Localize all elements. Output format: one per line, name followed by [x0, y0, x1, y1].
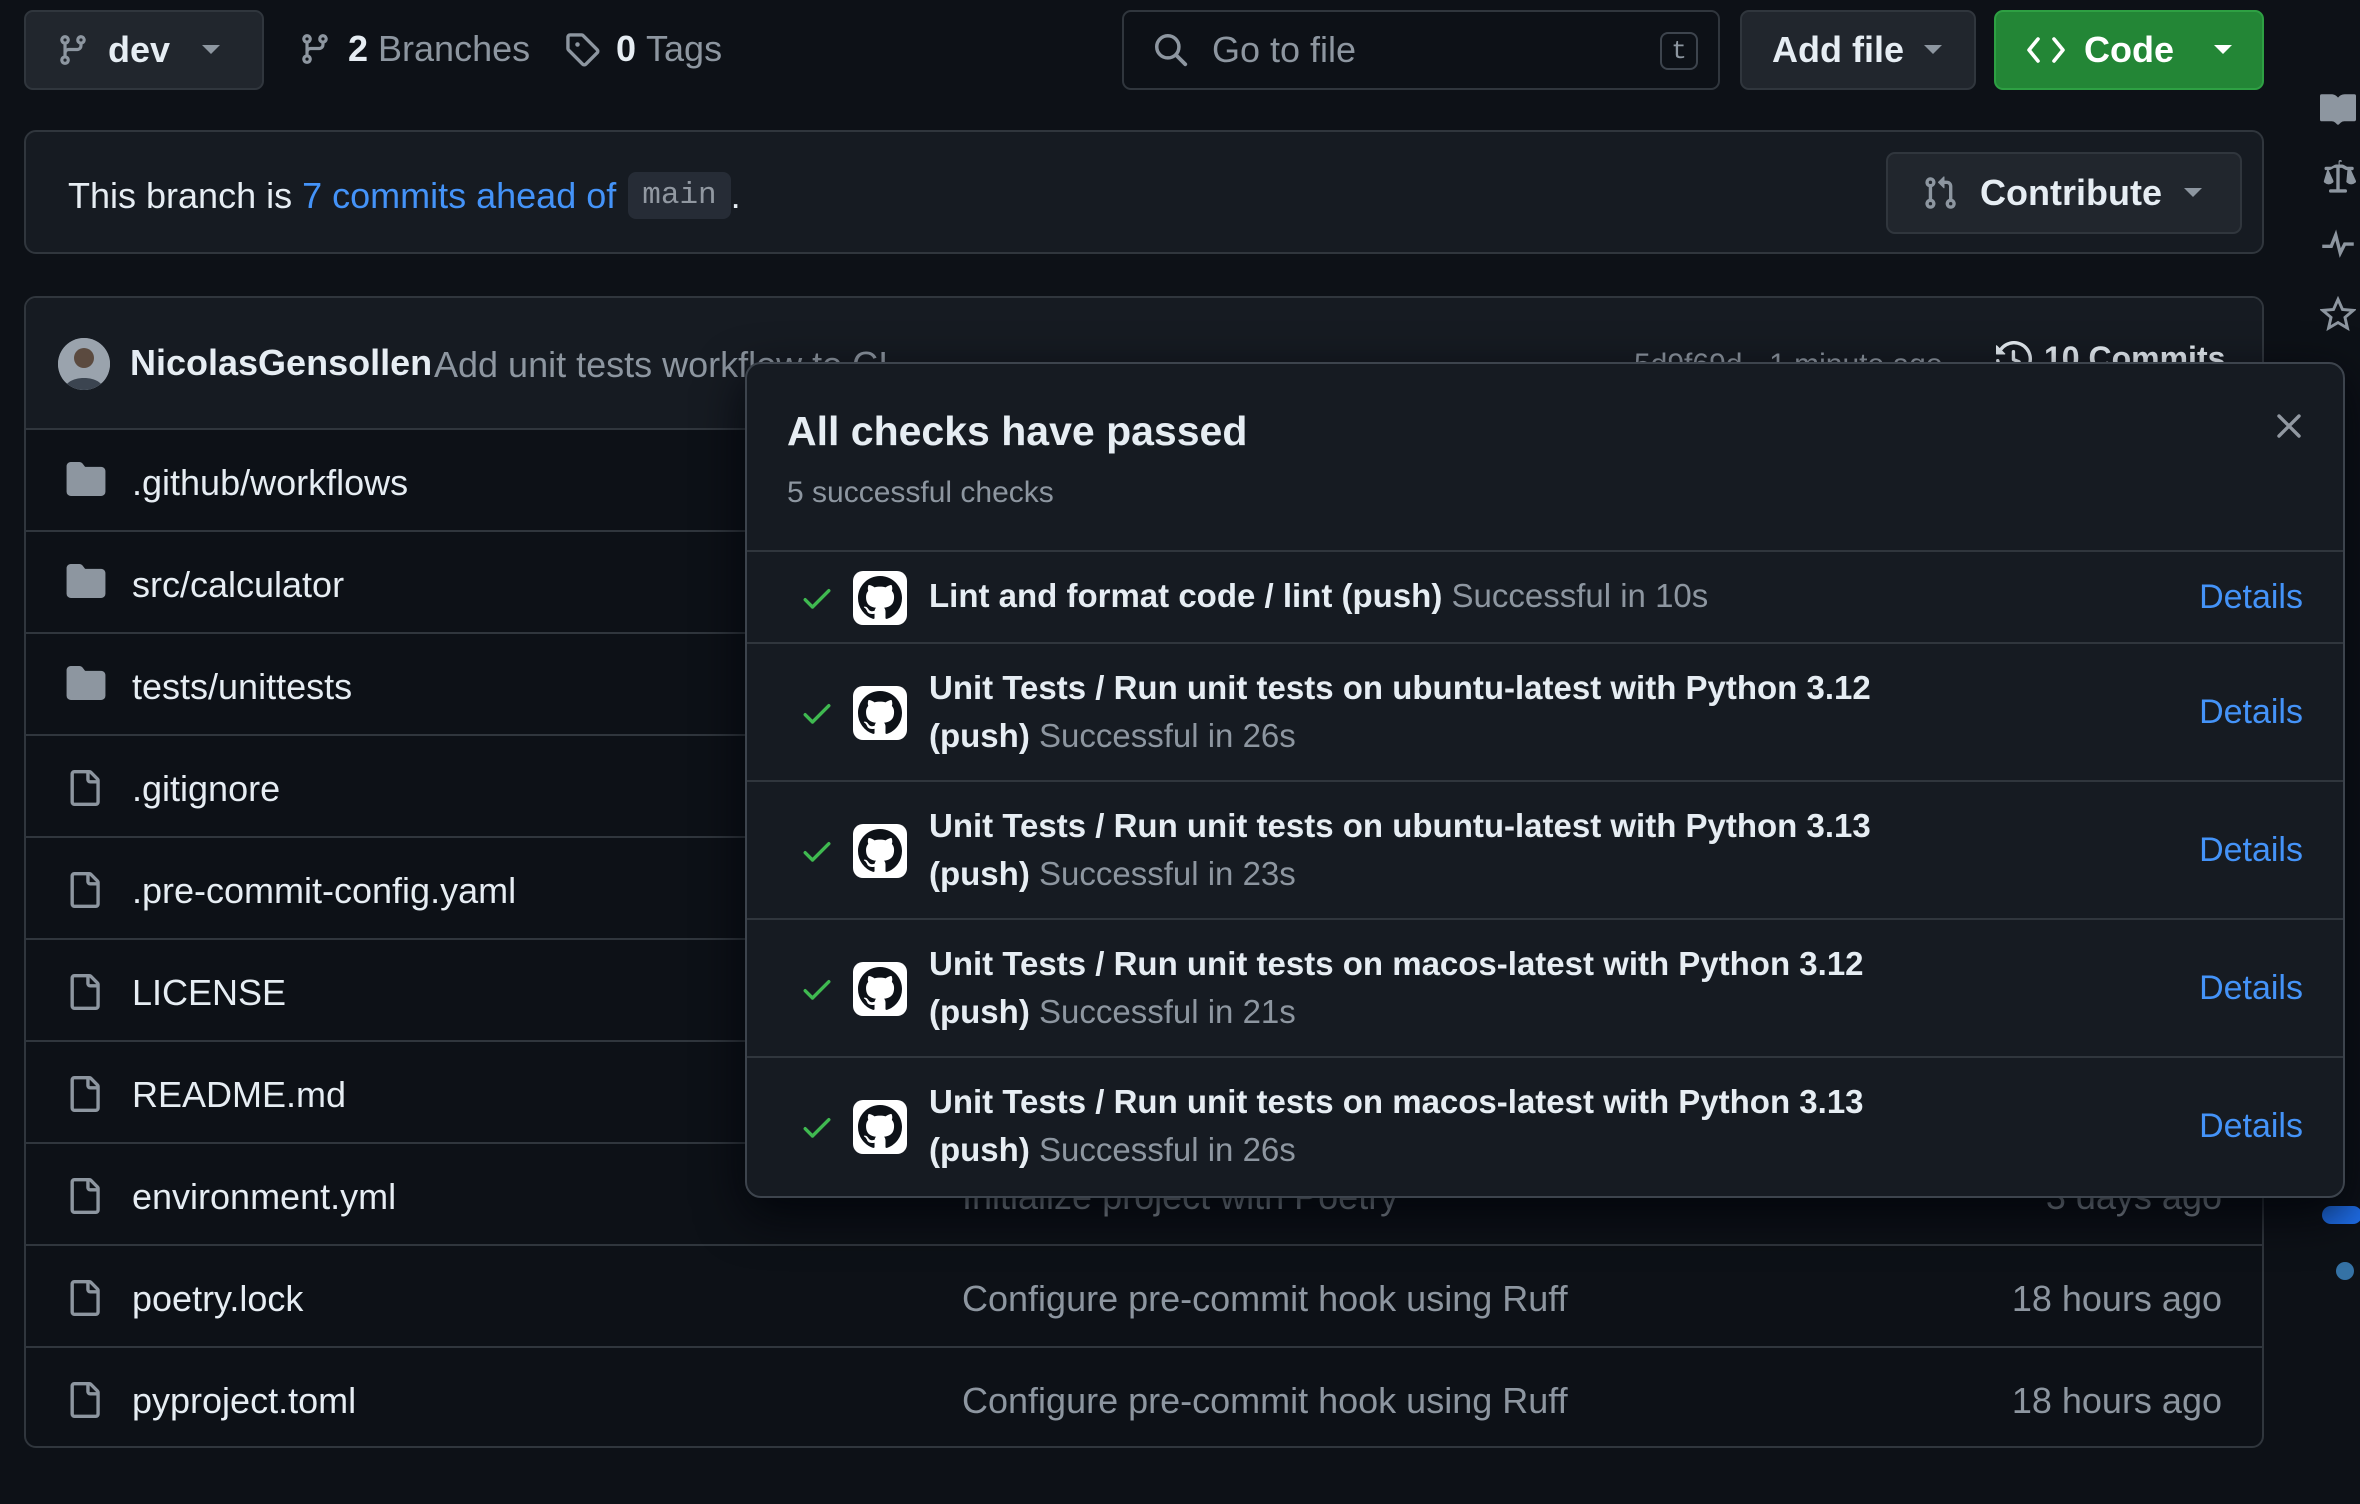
check-row: Unit Tests / Run unit tests on ubuntu-la…	[747, 642, 2343, 780]
code-button[interactable]: Code	[1994, 10, 2264, 90]
folder-icon	[66, 462, 106, 496]
file-commit-time: 18 hours ago	[2011, 1380, 2222, 1421]
git-branch-icon	[56, 33, 90, 67]
check-icon	[799, 1109, 835, 1145]
contribute-button[interactable]: Contribute	[1886, 152, 2242, 234]
branch-name: dev	[108, 29, 171, 70]
add-file-button[interactable]: Add file	[1740, 10, 1976, 90]
check-status: Successful in 21s	[1038, 993, 1296, 1030]
github-logo-icon	[853, 571, 907, 625]
file-commit-message-link[interactable]: Configure pre-commit hook using Ruff	[962, 1278, 1568, 1320]
check-status: Successful in 26s	[1038, 1131, 1296, 1168]
file-name-link[interactable]: pyproject.toml	[132, 1380, 356, 1422]
file-name-link[interactable]: .gitignore	[132, 768, 280, 810]
check-details-link[interactable]: Details	[2199, 693, 2303, 732]
check-row: Unit Tests / Run unit tests on macos-lat…	[747, 1056, 2343, 1194]
file-icon	[66, 1278, 102, 1318]
pulse-icon	[2320, 226, 2356, 262]
github-logo-icon	[853, 962, 907, 1016]
check-name: Lint and format code / lint (push)	[929, 577, 1443, 614]
commits-ahead-link[interactable]: 7 commits ahead of	[302, 175, 616, 217]
popover-title: All checks have passed	[787, 408, 1248, 454]
check-status: Successful in 26s	[1038, 717, 1296, 754]
go-to-file-input[interactable]	[1210, 28, 1634, 72]
github-logo-icon	[853, 686, 907, 740]
search-icon	[1152, 31, 1190, 69]
file-commit-message-link[interactable]: Configure pre-commit hook using Ruff	[962, 1380, 1568, 1422]
file-commit-time: 18 hours ago	[2011, 1278, 2222, 1319]
banner-prefix: This branch is	[68, 174, 303, 216]
check-status: Successful in 10s	[1451, 577, 1709, 614]
check-icon	[799, 695, 835, 731]
avatar[interactable]	[58, 338, 110, 390]
branches-count: 2	[348, 28, 369, 69]
close-icon[interactable]	[2269, 406, 2309, 446]
code-label: Code	[2084, 29, 2174, 70]
branch-selector-button[interactable]: dev	[24, 10, 264, 90]
language-bar	[2322, 1206, 2360, 1224]
file-name-link[interactable]: LICENSE	[132, 972, 286, 1014]
file-icon	[66, 1176, 102, 1216]
github-logo-icon	[853, 1100, 907, 1154]
tags-label: Tags	[646, 28, 723, 69]
commit-author-link[interactable]: NicolasGensollen	[130, 342, 432, 384]
check-status: Successful in 23s	[1038, 855, 1296, 892]
check-details-link[interactable]: Details	[2199, 831, 2303, 870]
file-icon	[66, 768, 102, 808]
file-row: pyproject.toml Configure pre-commit hook …	[26, 1348, 2262, 1446]
tag-icon	[564, 31, 600, 67]
file-name-link[interactable]: .github/workflows	[132, 462, 408, 504]
check-icon	[799, 971, 835, 1007]
file-name-link[interactable]: .pre-commit-config.yaml	[132, 870, 516, 912]
check-details-link[interactable]: Details	[2199, 578, 2303, 617]
git-branch-icon	[298, 32, 332, 66]
file-icon	[66, 870, 102, 910]
go-to-file-search[interactable]: t	[1122, 10, 1720, 90]
folder-icon	[66, 564, 106, 598]
tags-link[interactable]: 0 Tags	[564, 28, 722, 70]
file-icon	[66, 972, 102, 1012]
chevron-down-icon	[200, 43, 222, 57]
chevron-down-icon	[2212, 43, 2234, 57]
code-icon	[2026, 35, 2066, 65]
file-name-link[interactable]: src/calculator	[132, 564, 344, 606]
chevron-down-icon	[1922, 43, 1944, 57]
branches-link[interactable]: 2 Branches	[298, 28, 530, 70]
check-details-link[interactable]: Details	[2199, 969, 2303, 1008]
check-icon	[799, 833, 835, 869]
check-icon	[799, 580, 835, 616]
chevron-down-icon	[2182, 186, 2204, 200]
banner-suffix: .	[730, 174, 741, 216]
contribute-label: Contribute	[1980, 172, 2162, 213]
file-name-link[interactable]: environment.yml	[132, 1176, 396, 1218]
check-row: Unit Tests / Run unit tests on macos-lat…	[747, 918, 2343, 1056]
file-icon	[66, 1074, 102, 1114]
base-branch-label: main	[628, 172, 731, 219]
check-details-link[interactable]: Details	[2199, 1107, 2303, 1146]
add-file-label: Add file	[1772, 29, 1904, 70]
branch-status-banner: This branch is 7 commits ahead of main .…	[24, 130, 2264, 254]
file-row: poetry.lock Configure pre-commit hook usi…	[26, 1246, 2262, 1348]
file-name-link[interactable]: tests/unittests	[132, 666, 352, 708]
tags-count: 0	[616, 28, 637, 69]
folder-icon	[66, 666, 106, 700]
branches-label: Branches	[378, 28, 531, 69]
keyboard-shortcut-hint: t	[1660, 32, 1698, 70]
language-dot	[2336, 1262, 2354, 1280]
file-icon	[66, 1380, 102, 1420]
star-icon	[2320, 296, 2356, 332]
file-name-link[interactable]: README.md	[132, 1074, 346, 1116]
popover-subtitle: 5 successful checks	[787, 476, 1054, 509]
git-pull-request-icon	[1922, 175, 1958, 211]
checks-popover: All checks have passed 5 successful chec…	[745, 362, 2345, 1198]
law-icon	[2320, 160, 2356, 196]
check-row: Lint and format code / lint (push) Succe…	[747, 550, 2343, 642]
file-name-link[interactable]: poetry.lock	[132, 1278, 303, 1320]
book-icon	[2320, 92, 2356, 128]
check-row: Unit Tests / Run unit tests on ubuntu-la…	[747, 780, 2343, 918]
github-logo-icon	[853, 824, 907, 878]
